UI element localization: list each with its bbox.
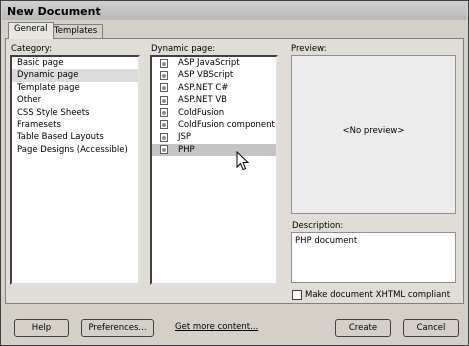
title-bar[interactable]: New Document [2,2,467,20]
preferences-button[interactable]: Preferences... [81,319,154,337]
description-box: PHP document [291,232,456,283]
category-item-page-designs-accessible[interactable]: Page Designs (Accessible) [12,144,138,156]
dynamic-item-aspnet-csharp[interactable]: ASP.NET C# [152,82,276,94]
dynamic-item-label: ColdFusion component [178,119,275,130]
no-preview-text: <No preview> [342,126,405,136]
cancel-button[interactable]: Cancel [403,319,459,337]
category-item-dynamic-page[interactable]: Dynamic page [12,69,138,82]
category-label: Category: [11,44,53,54]
dynamic-page-list[interactable]: ASP JavaScript ASP VBScript ASP.NET C# A… [150,55,278,285]
dynamic-page-label: Dynamic page: [151,44,216,54]
dynamic-item-label: PHP [178,144,195,155]
dynamic-document-icon [160,58,168,68]
dynamic-document-icon [160,70,168,80]
category-item-template-page[interactable]: Template page [12,82,138,94]
dynamic-item-asp-vbscript[interactable]: ASP VBScript [152,69,276,81]
help-button[interactable]: Help [14,319,69,337]
preview-pane: <No preview> [291,55,456,214]
category-item-other[interactable]: Other [12,94,138,106]
new-document-dialog: New Document General Templates Category:… [0,0,469,346]
xhtml-compliant-checkbox[interactable] [292,290,302,300]
category-item-table-based-layouts[interactable]: Table Based Layouts [12,131,138,143]
description-text: PHP document [295,236,358,246]
dynamic-item-jsp[interactable]: JSP [152,131,276,143]
description-label: Description: [292,221,344,231]
dynamic-item-coldfusion-component[interactable]: ColdFusion component [152,119,276,131]
xhtml-compliant-label[interactable]: Make document XHTML compliant [305,290,450,300]
dialog-title: New Document [7,5,101,18]
create-button[interactable]: Create [335,319,391,337]
dynamic-item-label: ColdFusion [178,107,225,118]
dynamic-item-php[interactable]: PHP [152,143,276,157]
category-item-framesets[interactable]: Framesets [12,119,138,131]
dynamic-item-label: JSP [178,132,192,143]
tab-templates[interactable]: Templates [48,24,104,38]
dynamic-item-label: ASP VBScript [178,70,234,81]
dynamic-item-label: ASP.NET C# [178,82,229,93]
dynamic-item-label: ASP.NET VB [178,95,227,106]
tab-general[interactable]: General [8,22,54,39]
category-item-css-style-sheets[interactable]: CSS Style Sheets [12,107,138,119]
category-item-basic-page[interactable]: Basic page [12,57,138,69]
dynamic-document-icon [160,120,168,130]
dynamic-item-coldfusion[interactable]: ColdFusion [152,107,276,119]
get-more-content-link[interactable]: Get more content... [175,322,258,332]
dynamic-item-asp-javascript[interactable]: ASP JavaScript [152,57,276,69]
dynamic-document-icon [160,132,168,142]
category-list[interactable]: Basic page Dynamic page Template page Ot… [10,55,140,285]
dynamic-document-icon [160,95,168,105]
preview-label: Preview: [291,44,327,54]
dynamic-document-icon [160,145,168,155]
dynamic-document-icon [160,83,168,93]
mouse-cursor-icon [236,151,250,171]
dynamic-item-aspnet-vb[interactable]: ASP.NET VB [152,94,276,106]
dynamic-document-icon [160,108,168,118]
dynamic-item-label: ASP JavaScript [178,58,240,68]
